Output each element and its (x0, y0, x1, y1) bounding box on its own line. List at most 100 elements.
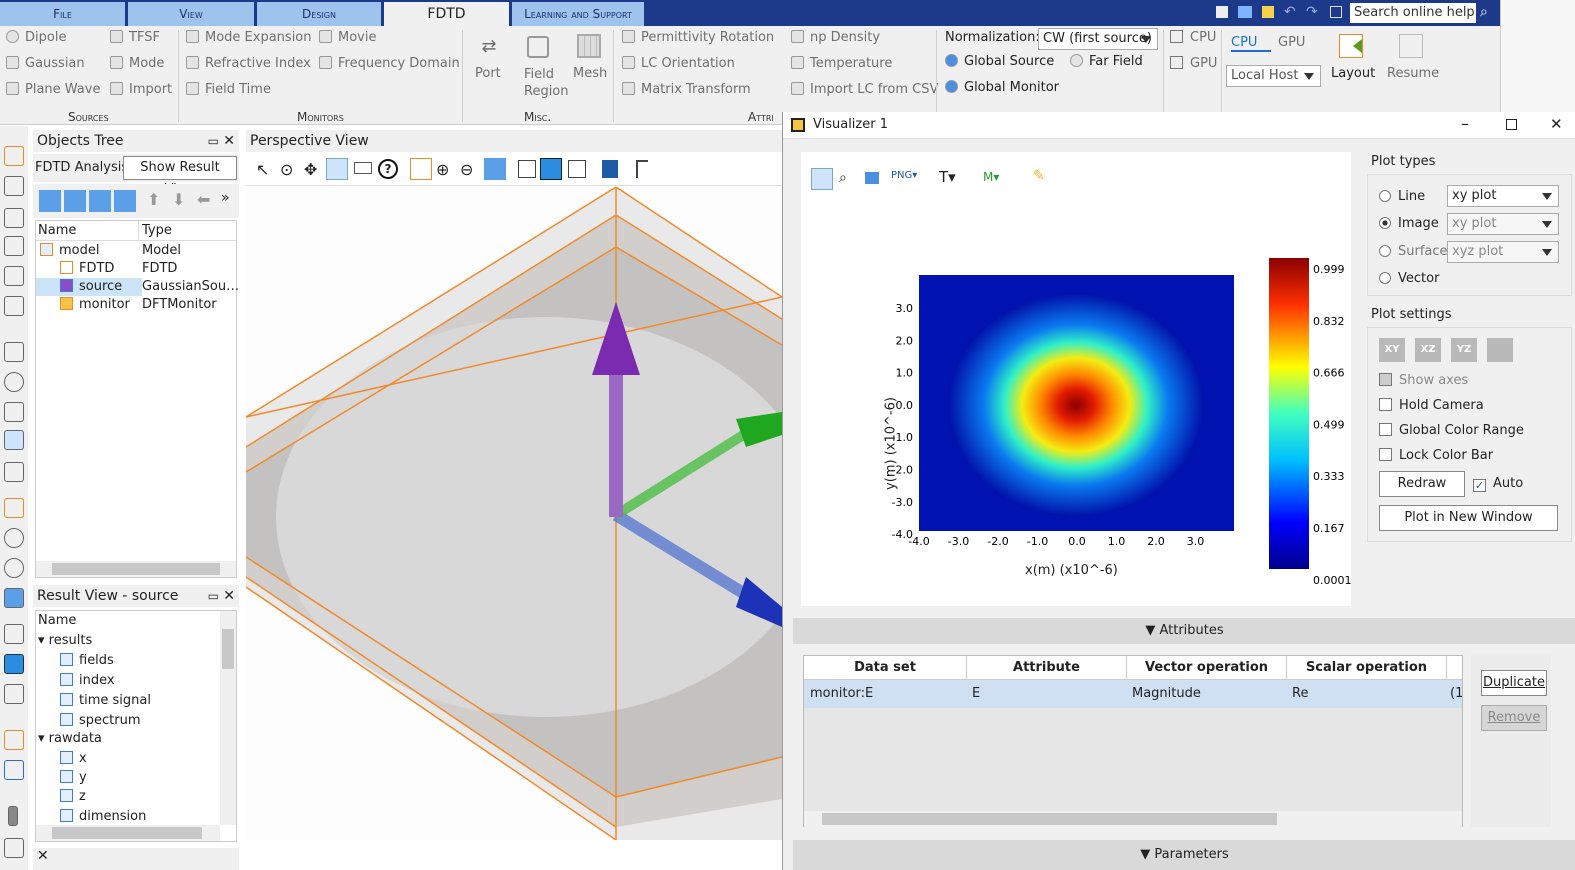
axes-icon[interactable] (636, 160, 648, 178)
tab-gpu[interactable]: GPU (1278, 35, 1305, 50)
result-vscrollbar[interactable] (220, 611, 236, 825)
rotate-icon[interactable] (326, 158, 348, 180)
permittivity-rotation-button[interactable]: Permittivity Rotation (622, 30, 774, 45)
zoom-extent-icon[interactable] (4, 588, 24, 608)
float-icon[interactable]: ▭ (208, 585, 219, 607)
surface-type-select[interactable]: xyz plot (1447, 241, 1559, 263)
solid-view-icon[interactable] (4, 654, 24, 674)
tab-cpu[interactable]: CPU (1231, 35, 1271, 52)
tree-row-model[interactable]: model Model (36, 242, 236, 260)
close-icon[interactable]: ✕ (1550, 115, 1563, 133)
add-group-icon[interactable] (64, 190, 86, 212)
cpu-check[interactable]: CPU (1170, 30, 1216, 45)
plane-wave-button[interactable]: Plane Wave (6, 82, 100, 97)
add-object-icon[interactable] (114, 190, 136, 212)
tab-learning-support[interactable]: Learning and Support (512, 2, 644, 26)
mode-expansion-button[interactable]: Mode Expansion (186, 30, 312, 45)
calculator-icon[interactable] (4, 760, 24, 780)
duplicate-button[interactable]: Duplicate (1481, 670, 1547, 696)
redo-icon[interactable]: ↷ (1306, 4, 1318, 20)
tab-design[interactable]: Design (257, 2, 381, 26)
add-structure-icon[interactable] (39, 190, 61, 212)
ruler-icon[interactable] (4, 462, 24, 482)
dipole-button[interactable]: Dipole (6, 30, 66, 45)
np-density-button[interactable]: np Density (791, 30, 880, 45)
redraw-button[interactable]: Redraw (1379, 471, 1465, 497)
minimize-icon[interactable]: – (1461, 114, 1469, 133)
show-result-view-button[interactable]: Show Result View (123, 156, 237, 197)
save-icon[interactable] (1216, 6, 1228, 18)
hold-camera-check[interactable]: Hold Camera (1379, 398, 1484, 413)
radio-image[interactable]: Image (1379, 216, 1439, 231)
gpu-check[interactable]: GPU (1170, 56, 1217, 71)
rotate-icon[interactable] (4, 430, 24, 450)
search-input[interactable]: Search online help (1350, 3, 1476, 23)
zoom-region-icon[interactable] (4, 372, 24, 392)
help-icon[interactable]: ? (378, 159, 398, 179)
close-icon[interactable]: ✕ (223, 130, 235, 152)
result-item-time-signal[interactable]: time signal (60, 693, 151, 708)
zoom-in-icon[interactable] (4, 528, 24, 548)
account-icon[interactable] (1330, 6, 1342, 18)
mesh-button[interactable]: Mesh (573, 66, 607, 81)
matrix-transform-button[interactable]: Matrix Transform (622, 82, 751, 97)
parameters-header[interactable]: ▼ Parameters (793, 840, 1575, 870)
host-select[interactable]: Local Host (1226, 65, 1321, 87)
result-item-y[interactable]: y (60, 770, 87, 785)
close-icon[interactable]: ✕ (223, 585, 235, 607)
frequency-domain-button[interactable]: Frequency Domain (319, 56, 460, 71)
plot-new-window-button[interactable]: Plot in New Window (1379, 505, 1558, 531)
trash-icon[interactable] (4, 296, 24, 316)
tree-hscrollbar[interactable] (36, 561, 236, 577)
edit-icon[interactable] (4, 146, 24, 166)
pointer-icon[interactable] (4, 342, 24, 362)
notes-icon[interactable] (1262, 6, 1274, 18)
perspective-canvas[interactable] (246, 187, 782, 840)
undo-icon[interactable]: ↶ (1284, 4, 1296, 20)
far-field-button[interactable]: Far Field (1070, 54, 1143, 69)
tab-file[interactable]: File (0, 2, 125, 26)
radio-vector[interactable]: Vector (1379, 271, 1439, 286)
maximize-icon[interactable] (1506, 119, 1517, 130)
grid-icon[interactable] (4, 730, 24, 750)
zoom-in-icon[interactable]: ⊕ (436, 160, 449, 179)
field-time-button[interactable]: Field Time (186, 82, 271, 97)
port-button[interactable]: Port (475, 66, 501, 81)
arrow-left-icon[interactable]: ⬅ (197, 190, 210, 209)
cube-icon[interactable] (602, 160, 618, 178)
table-edit-icon[interactable] (4, 176, 24, 196)
lc-orientation-button[interactable]: LC Orientation (622, 56, 735, 71)
tfsf-button[interactable]: TFSF (110, 30, 160, 45)
arrow-up-icon[interactable]: ⬆ (147, 190, 160, 209)
ruler-icon[interactable] (354, 162, 372, 174)
result-item-z[interactable]: z (60, 789, 86, 804)
tree-row-monitor[interactable]: monitor DFTMonitor (36, 296, 236, 314)
result-item-x[interactable]: x (60, 751, 87, 766)
global-monitor-button[interactable]: Global Monitor (945, 80, 1059, 95)
result-hscrollbar[interactable] (36, 825, 220, 841)
auto-check[interactable]: ✓ Auto (1473, 476, 1523, 492)
image-plot[interactable]: -4.0 -3.0 -2.0 -1.0 0.0 1.0 2.0 3.0 3.0 2.0 1.0 0.0… (801, 152, 1351, 606)
add-analysis-icon[interactable] (89, 190, 111, 212)
lock-color-bar-check[interactable]: Lock Color Bar (1379, 448, 1493, 463)
lock-view-icon[interactable] (1487, 338, 1513, 362)
zoom-region-icon[interactable]: ⊙ (280, 160, 293, 179)
zoom-extent-icon[interactable] (484, 158, 506, 180)
console-icon[interactable] (4, 838, 24, 858)
grid-shapes-icon[interactable] (4, 266, 24, 286)
table-row[interactable]: monitor:E E Magnitude Re (1e (804, 680, 1462, 708)
layout-button[interactable]: Layout (1331, 66, 1375, 81)
result-item-results[interactable]: ▾ results (38, 633, 92, 648)
gaussian-button[interactable]: Gaussian (6, 56, 85, 71)
arrow-down-icon[interactable]: ⬇ (172, 190, 185, 209)
radio-surface[interactable]: Surface (1379, 244, 1448, 259)
tree-row-fdtd[interactable]: FDTD FDTD (36, 260, 236, 278)
field-region-button[interactable]: Field Region (524, 66, 569, 100)
global-source-button[interactable]: Global Source (945, 54, 1054, 69)
tree-row-source[interactable]: source GaussianSou… (36, 278, 239, 296)
transparent-view-icon[interactable] (568, 160, 586, 178)
pointer-icon[interactable]: ↖ (256, 160, 269, 179)
image-type-select[interactable]: xy plot (1447, 213, 1559, 235)
solid-view-icon[interactable] (540, 158, 562, 180)
result-item-rawdata[interactable]: ▾ rawdata (38, 731, 102, 746)
